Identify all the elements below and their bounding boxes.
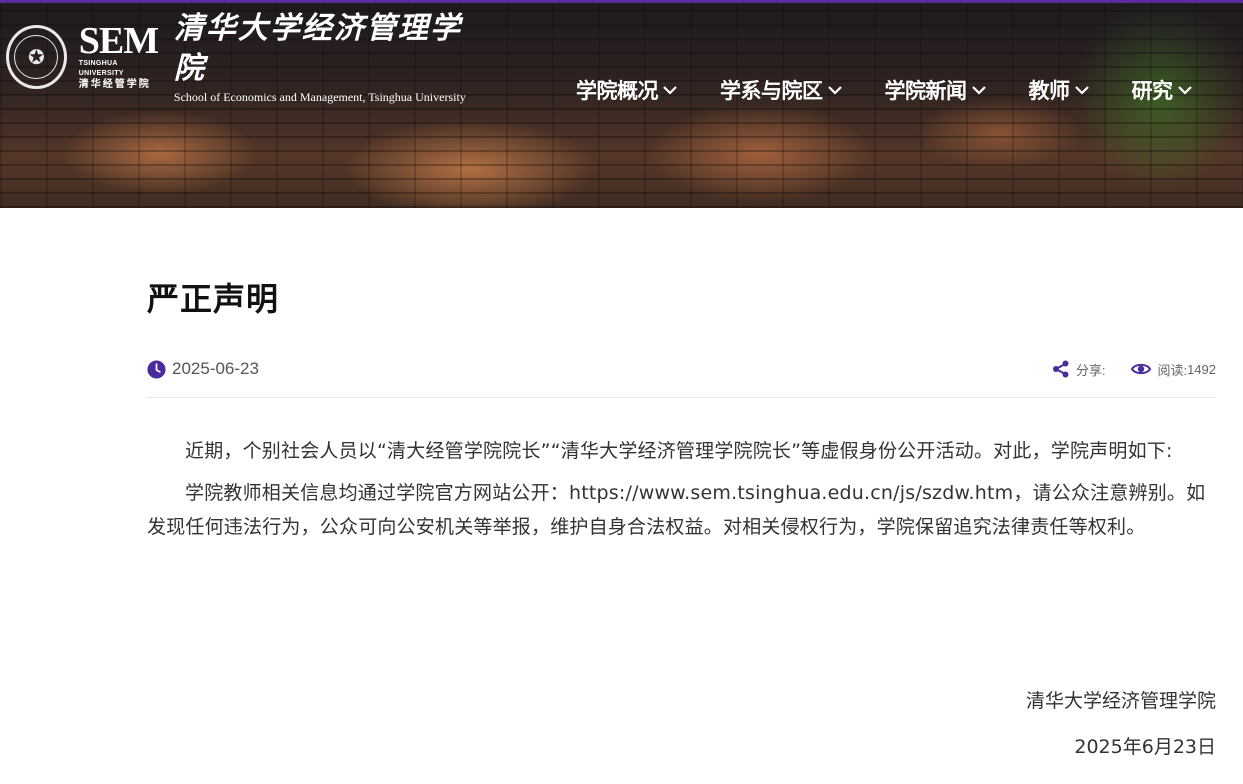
main-nav: 学院概况 学系与院区 学院新闻 教师 研究: [576, 75, 1235, 105]
chevron-down-icon: [971, 86, 986, 95]
nav-item-research[interactable]: 研究: [1132, 75, 1193, 105]
nav-label: 教师: [1028, 79, 1071, 103]
article-actions: 分享: 阅读: 1492: [1052, 360, 1216, 379]
school-name-en: School of Economics and Management, Tsin…: [173, 90, 466, 104]
school-name-block: 清华大学经济管理学院 School of Economics and Manag…: [174, 9, 476, 105]
views-label: 阅读:: [1157, 362, 1188, 378]
nav-label: 学系与院区: [720, 79, 823, 103]
signature-organization: 清华大学经济管理学院: [1025, 690, 1216, 712]
article-paragraph: 近期，个别社会人员以“清大经管学院院长”“清华大学经济管理学院院长”等虚假身份公…: [185, 440, 1173, 462]
eye-icon: [1131, 363, 1152, 375]
date-text: 2025-06-23: [172, 359, 259, 378]
nav-item-faculty[interactable]: 教师: [1029, 75, 1090, 105]
site-logo[interactable]: ✪ SEM TSINGHUA UNIVERSITY 清华经管学院 清华大学经济管…: [6, 11, 476, 104]
publish-date: 2025-06-23: [147, 359, 259, 379]
chevron-down-icon: [827, 86, 842, 95]
sem-sub-en: TSINGHUA UNIVERSITY: [78, 60, 124, 77]
share-label[interactable]: 分享:: [1076, 360, 1106, 379]
chevron-down-icon: [1177, 86, 1192, 95]
nav-label: 学院概况: [576, 79, 659, 103]
views-count: 1492: [1187, 361, 1216, 377]
article-title: 严正声明: [147, 280, 280, 318]
nav-label: 学院新闻: [884, 79, 968, 103]
school-name-cn: 清华大学经济管理学院: [173, 11, 462, 86]
nav-label: 研究: [1131, 79, 1174, 103]
article-body: 近期，个别社会人员以“清大经管学院院长”“清华大学经济管理学院院长”等虚假身份公…: [147, 434, 1216, 552]
nav-item-news[interactable]: 学院新闻: [885, 75, 987, 105]
share-icon[interactable]: [1052, 360, 1070, 378]
signature-date: 2025年6月23日: [1074, 736, 1216, 758]
meta-divider: [147, 397, 1216, 398]
sem-sub-cn: 清华经管学院: [78, 79, 151, 90]
site-header: ✪ SEM TSINGHUA UNIVERSITY 清华经管学院 清华大学经济管…: [0, 3, 1243, 208]
chevron-down-icon: [663, 86, 677, 95]
article-meta: 2025-06-23 分享: 阅读: 1492: [147, 358, 1216, 380]
chevron-down-icon: [1074, 86, 1089, 95]
article-paragraph: 学院教师相关信息均通过学院官方网站公开：https://www.sem.tsin…: [147, 482, 1206, 538]
university-seal-icon: ✪: [6, 25, 67, 89]
sem-logo-block: SEM TSINGHUA UNIVERSITY 清华经管学院: [78, 20, 160, 91]
clock-icon: [147, 359, 166, 379]
nav-item-departments[interactable]: 学系与院区: [720, 75, 843, 105]
nav-item-about[interactable]: 学院概况: [576, 75, 678, 105]
sem-wordmark: SEM: [78, 20, 159, 62]
